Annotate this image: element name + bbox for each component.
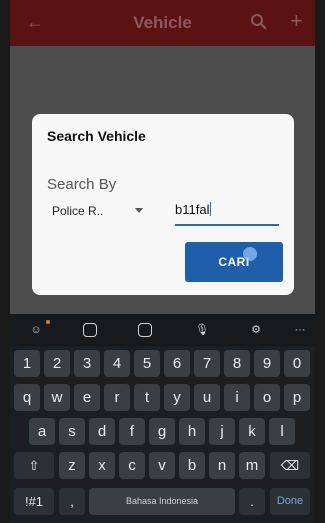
phone-screen: ← Vehicle + Search Vehicle Search By Pol… <box>10 0 315 523</box>
done-key[interactable]: Done <box>270 488 310 515</box>
settings-icon[interactable]: ⚙ <box>246 320 266 340</box>
key-l[interactable]: l <box>269 418 295 445</box>
key-h[interactable]: h <box>179 418 205 445</box>
key-c[interactable]: c <box>119 452 145 479</box>
search-icon[interactable] <box>250 13 268 31</box>
key-w[interactable]: w <box>44 384 70 411</box>
key-p[interactable]: p <box>284 384 310 411</box>
key-4[interactable]: 4 <box>104 350 130 377</box>
touch-indicator <box>243 247 257 261</box>
key-i[interactable]: i <box>224 384 250 411</box>
text-cursor <box>210 202 212 216</box>
symbols-key[interactable]: !#1 <box>14 488 54 515</box>
key-f[interactable]: f <box>119 418 145 445</box>
key-d[interactable]: d <box>89 418 115 445</box>
key-j[interactable]: j <box>209 418 235 445</box>
key-v[interactable]: v <box>149 452 175 479</box>
key-o[interactable]: o <box>254 384 280 411</box>
key-5[interactable]: 5 <box>134 350 160 377</box>
key-3[interactable]: 3 <box>74 350 100 377</box>
key-u[interactable]: u <box>194 384 220 411</box>
key-a[interactable]: a <box>29 418 55 445</box>
more-icon[interactable]: ··· <box>290 320 310 340</box>
shift-key[interactable]: ⇧ <box>14 452 54 479</box>
key-6[interactable]: 6 <box>164 350 190 377</box>
notification-dot <box>46 320 50 324</box>
add-icon[interactable]: + <box>290 8 303 34</box>
cari-button[interactable]: CARI <box>185 242 283 282</box>
key-s[interactable]: s <box>59 418 85 445</box>
app-bar: ← Vehicle + <box>10 0 315 46</box>
key-t[interactable]: t <box>134 384 160 411</box>
select-value: Police R.. <box>52 204 104 218</box>
period-key[interactable]: . <box>239 488 265 515</box>
backspace-key[interactable]: ⌫ <box>270 452 310 479</box>
key-k[interactable]: k <box>239 418 265 445</box>
key-9[interactable]: 9 <box>254 350 280 377</box>
key-8[interactable]: 8 <box>224 350 250 377</box>
dropdown-caret-icon <box>135 208 143 213</box>
comma-key[interactable]: , <box>59 488 85 515</box>
key-7[interactable]: 7 <box>194 350 220 377</box>
page-title: Vehicle <box>133 13 192 32</box>
key-q[interactable]: q <box>14 384 40 411</box>
search-by-label: Search By <box>47 176 117 193</box>
dialog-title: Search Vehicle <box>47 128 146 144</box>
key-2[interactable]: 2 <box>44 350 70 377</box>
clipboard-icon[interactable] <box>83 323 97 337</box>
space-key[interactable]: Bahasa Indonesia <box>89 488 235 515</box>
emoji-icon[interactable]: ☺ <box>26 320 46 340</box>
keyboard-toolbar: ☺ 🎙 ⚙ ··· <box>10 314 315 346</box>
key-e[interactable]: e <box>74 384 100 411</box>
search-input[interactable]: b11fal <box>175 202 279 226</box>
search-by-select[interactable]: Police R.. <box>52 204 152 224</box>
key-y[interactable]: y <box>164 384 190 411</box>
mic-icon[interactable]: 🎙 <box>192 320 212 340</box>
key-g[interactable]: g <box>149 418 175 445</box>
content-dim-overlay: Search Vehicle Search By Police R.. b11f… <box>10 46 315 314</box>
input-value: b11fal <box>175 202 210 217</box>
key-0[interactable]: 0 <box>284 350 310 377</box>
search-vehicle-dialog: Search Vehicle Search By Police R.. b11f… <box>32 114 294 295</box>
key-m[interactable]: m <box>239 452 265 479</box>
sticker-icon[interactable] <box>138 323 152 337</box>
keyboard: 1 2 3 4 5 6 7 8 9 0 q w e r t y u i o p … <box>10 346 315 523</box>
key-n[interactable]: n <box>209 452 235 479</box>
key-b[interactable]: b <box>179 452 205 479</box>
key-z[interactable]: z <box>59 452 85 479</box>
key-1[interactable]: 1 <box>14 350 40 377</box>
key-r[interactable]: r <box>104 384 130 411</box>
key-x[interactable]: x <box>89 452 115 479</box>
